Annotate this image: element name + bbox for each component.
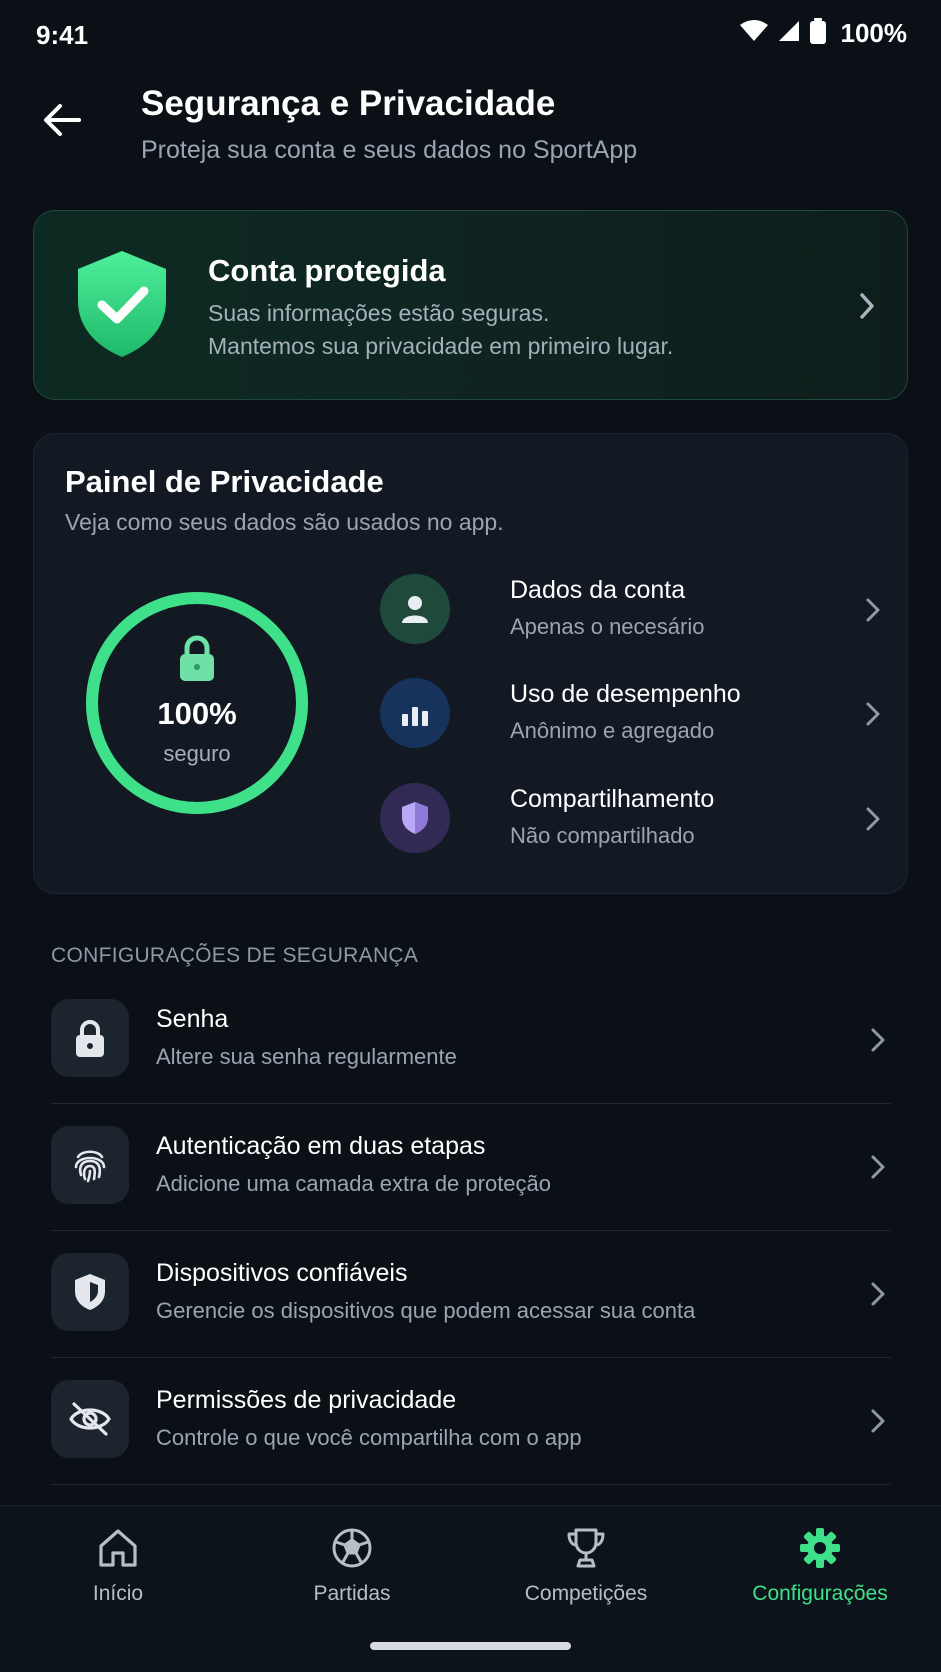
settings-row-title: Permissões de privacidade	[156, 1386, 457, 1414]
row-divider	[51, 1483, 891, 1485]
status-time: 9:41	[36, 20, 89, 50]
privacy-item-performance-usage[interactable]: Uso de desempenho Anônimo e agregado	[380, 672, 900, 756]
chevron-right-icon	[852, 291, 882, 321]
chevron-right-icon	[863, 1406, 893, 1436]
bar-chart-icon	[380, 678, 450, 748]
gear-icon	[720, 1526, 920, 1574]
nav-label: Competições	[524, 1582, 648, 1605]
lock-icon	[177, 634, 217, 687]
nav-label: Configurações	[752, 1582, 888, 1605]
privacy-item-title: Dados da conta	[510, 576, 686, 604]
nav-label: Partidas	[313, 1582, 391, 1605]
nav-item-settings[interactable]: Configurações	[720, 1526, 920, 1626]
section-label-security-settings: CONFIGURAÇÕES DE SEGURANÇA	[51, 944, 419, 967]
privacy-item-account-data[interactable]: Dados da conta Apenas o necesário	[380, 568, 900, 652]
status-icons: 100%	[739, 18, 908, 49]
settings-row-trusted-devices[interactable]: Dispositivos confiáveis Gerencie os disp…	[51, 1231, 891, 1358]
nav-label: Início	[92, 1582, 144, 1605]
shield-icon	[51, 1253, 129, 1331]
settings-row-two-factor[interactable]: Autenticação em duas etapas Adicione uma…	[51, 1104, 891, 1231]
privacy-panel-subtitle: Veja como seus dados são usados no app.	[65, 509, 504, 535]
privacy-item-subtitle: Apenas o necesário	[510, 614, 705, 639]
nav-item-matches[interactable]: Partidas	[252, 1526, 452, 1626]
privacy-panel: Painel de Privacidade Veja como seus dad…	[33, 433, 908, 894]
soccer-ball-icon	[252, 1526, 452, 1574]
shield-check-icon	[74, 249, 170, 364]
settings-row-title: Dispositivos confiáveis	[156, 1259, 408, 1287]
chevron-right-icon	[863, 1152, 893, 1182]
battery-icon	[809, 18, 827, 49]
page-header: Segurança e Privacidade Proteja sua cont…	[0, 78, 941, 178]
chevron-right-icon	[858, 699, 888, 729]
trophy-icon	[486, 1526, 686, 1574]
signal-icon	[777, 19, 801, 48]
chevron-right-icon	[858, 595, 888, 625]
privacy-score-label: seguro	[163, 741, 231, 766]
privacy-item-title: Uso de desempenho	[510, 680, 741, 708]
wifi-icon	[739, 19, 769, 48]
nav-item-home[interactable]: Início	[18, 1526, 218, 1626]
nav-item-competitions[interactable]: Competições	[486, 1526, 686, 1626]
eye-off-icon	[51, 1380, 129, 1458]
chevron-right-icon	[863, 1279, 893, 1309]
settings-row-title: Senha	[156, 1005, 229, 1033]
user-icon	[380, 574, 450, 644]
home-indicator[interactable]	[370, 1642, 571, 1650]
lock-icon	[51, 999, 129, 1077]
protected-card-line1: Suas informações estão seguras.	[208, 300, 550, 326]
account-protected-card[interactable]: Conta protegida Suas informações estão s…	[33, 210, 908, 400]
settings-row-title: Autenticação em duas etapas	[156, 1132, 486, 1160]
privacy-item-sharing[interactable]: Compartilhamento Não compartilhado	[380, 777, 900, 861]
privacy-item-subtitle: Não compartilhado	[510, 823, 695, 848]
page-subtitle: Proteja sua conta e seus dados no SportA…	[141, 136, 638, 164]
settings-row-subtitle: Altere sua senha regularmente	[156, 1044, 457, 1069]
privacy-item-subtitle: Anônimo e agregado	[510, 718, 715, 743]
back-button[interactable]	[38, 98, 86, 146]
arrow-left-icon	[42, 102, 82, 143]
home-icon	[18, 1526, 218, 1574]
privacy-panel-title: Painel de Privacidade	[65, 464, 384, 499]
settings-row-subtitle: Gerencie os dispositivos que podem acess…	[156, 1298, 696, 1323]
privacy-item-title: Compartilhamento	[510, 785, 715, 813]
chevron-right-icon	[863, 1025, 893, 1055]
page-title: Segurança e Privacidade	[141, 84, 556, 123]
settings-row-privacy-permissions[interactable]: Permissões de privacidade Controle o que…	[51, 1358, 891, 1485]
settings-row-subtitle: Controle o que você compartilha com o ap…	[156, 1425, 582, 1450]
privacy-score-value: 100%	[157, 696, 237, 731]
settings-row-subtitle: Adicione uma camada extra de proteção	[156, 1171, 552, 1196]
status-bar: 9:41 100%	[0, 0, 941, 70]
shield-icon	[380, 783, 450, 853]
protected-card-title: Conta protegida	[208, 253, 446, 288]
chevron-right-icon	[858, 804, 888, 834]
fingerprint-icon	[51, 1126, 129, 1204]
battery-level: 100%	[840, 18, 908, 48]
protected-card-line2: Mantemos sua privacidade em primeiro lug…	[208, 333, 674, 359]
settings-row-password[interactable]: Senha Altere sua senha regularmente	[51, 977, 891, 1104]
